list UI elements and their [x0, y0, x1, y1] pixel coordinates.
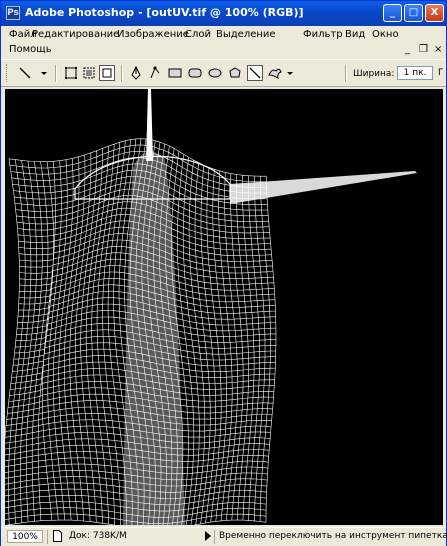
polygon-tool-icon[interactable] [227, 65, 243, 81]
line-tool-preset-icon[interactable] [17, 65, 33, 81]
paths-mode-icon[interactable] [81, 65, 97, 81]
fill-pixels-icon[interactable] [99, 65, 115, 81]
geometry-options-arrow-icon[interactable] [285, 65, 295, 81]
line-tool-icon[interactable] [247, 65, 263, 81]
options-bar: Ширина: 1 пк. Г [1, 59, 446, 87]
toolbar-overflow-glyph: Г [438, 68, 444, 78]
toolbar-grip[interactable] [6, 64, 10, 82]
window-title: Adobe Photoshop - [outUV.tif @ 100% (RGB… [25, 6, 304, 19]
menu-select[interactable]: Выделение [216, 29, 276, 40]
close-button[interactable]: X [425, 4, 444, 22]
document-icon [53, 530, 62, 542]
ellipse-tool-icon[interactable] [207, 65, 223, 81]
document-restore-button[interactable]: ❐ [419, 44, 428, 55]
menu-image[interactable]: Изображение [117, 29, 189, 40]
rectangle-tool-icon[interactable] [167, 65, 183, 81]
menu-view[interactable]: Вид [345, 29, 365, 40]
menu-window[interactable]: Окно [372, 29, 399, 40]
mesh-spike [146, 89, 153, 161]
weight-input[interactable]: 1 пк. [397, 66, 433, 80]
document-canvas[interactable] [5, 89, 443, 525]
photoshop-app-icon[interactable]: Ps [6, 6, 20, 20]
rounded-rectangle-tool-icon[interactable] [187, 65, 203, 81]
menu-edit[interactable]: Редактирование [32, 29, 119, 40]
mesh-ridge-highlight [123, 151, 185, 525]
freeform-pen-icon[interactable] [147, 65, 163, 81]
document-close-button[interactable]: × [434, 44, 442, 55]
preset-dropdown-arrow-icon[interactable] [39, 65, 49, 81]
wireframe-mesh-image [5, 89, 417, 525]
status-separator [47, 530, 48, 544]
toolbar-separator [55, 65, 57, 82]
photoshop-window: Ps Adobe Photoshop - [outUV.tif @ 100% (… [0, 0, 447, 546]
title-bar[interactable]: Ps Adobe Photoshop - [outUV.tif @ 100% (… [1, 1, 446, 26]
status-bar: 100% Док: 738K/M Временно переключить на… [1, 527, 447, 546]
document-minimize-button[interactable]: _ [405, 44, 410, 55]
custom-shape-tool-icon[interactable] [267, 65, 283, 81]
status-message: Временно переключить на инструмент пипет… [219, 531, 447, 541]
minimize-button[interactable]: _ [383, 4, 402, 22]
toolbar-separator [345, 65, 347, 82]
shape-layer-icon[interactable] [63, 65, 79, 81]
maximize-button[interactable]: □ [404, 4, 423, 22]
menu-filter[interactable]: Фильтр [303, 29, 343, 40]
document-size-info: Док: 738K/M [69, 531, 127, 541]
menu-help[interactable]: Помощь [9, 44, 52, 55]
status-separator [214, 530, 215, 544]
toolbar-separator [121, 65, 123, 82]
pen-tool-icon[interactable] [128, 65, 144, 81]
menu-layer[interactable]: Слой [185, 29, 211, 40]
status-menu-arrow-icon[interactable] [205, 531, 211, 541]
weight-label: Ширина: [353, 69, 395, 79]
zoom-level-field[interactable]: 100% [7, 530, 43, 543]
menu-bar: Файл Редактирование Изображение Слой Выд… [1, 26, 446, 58]
